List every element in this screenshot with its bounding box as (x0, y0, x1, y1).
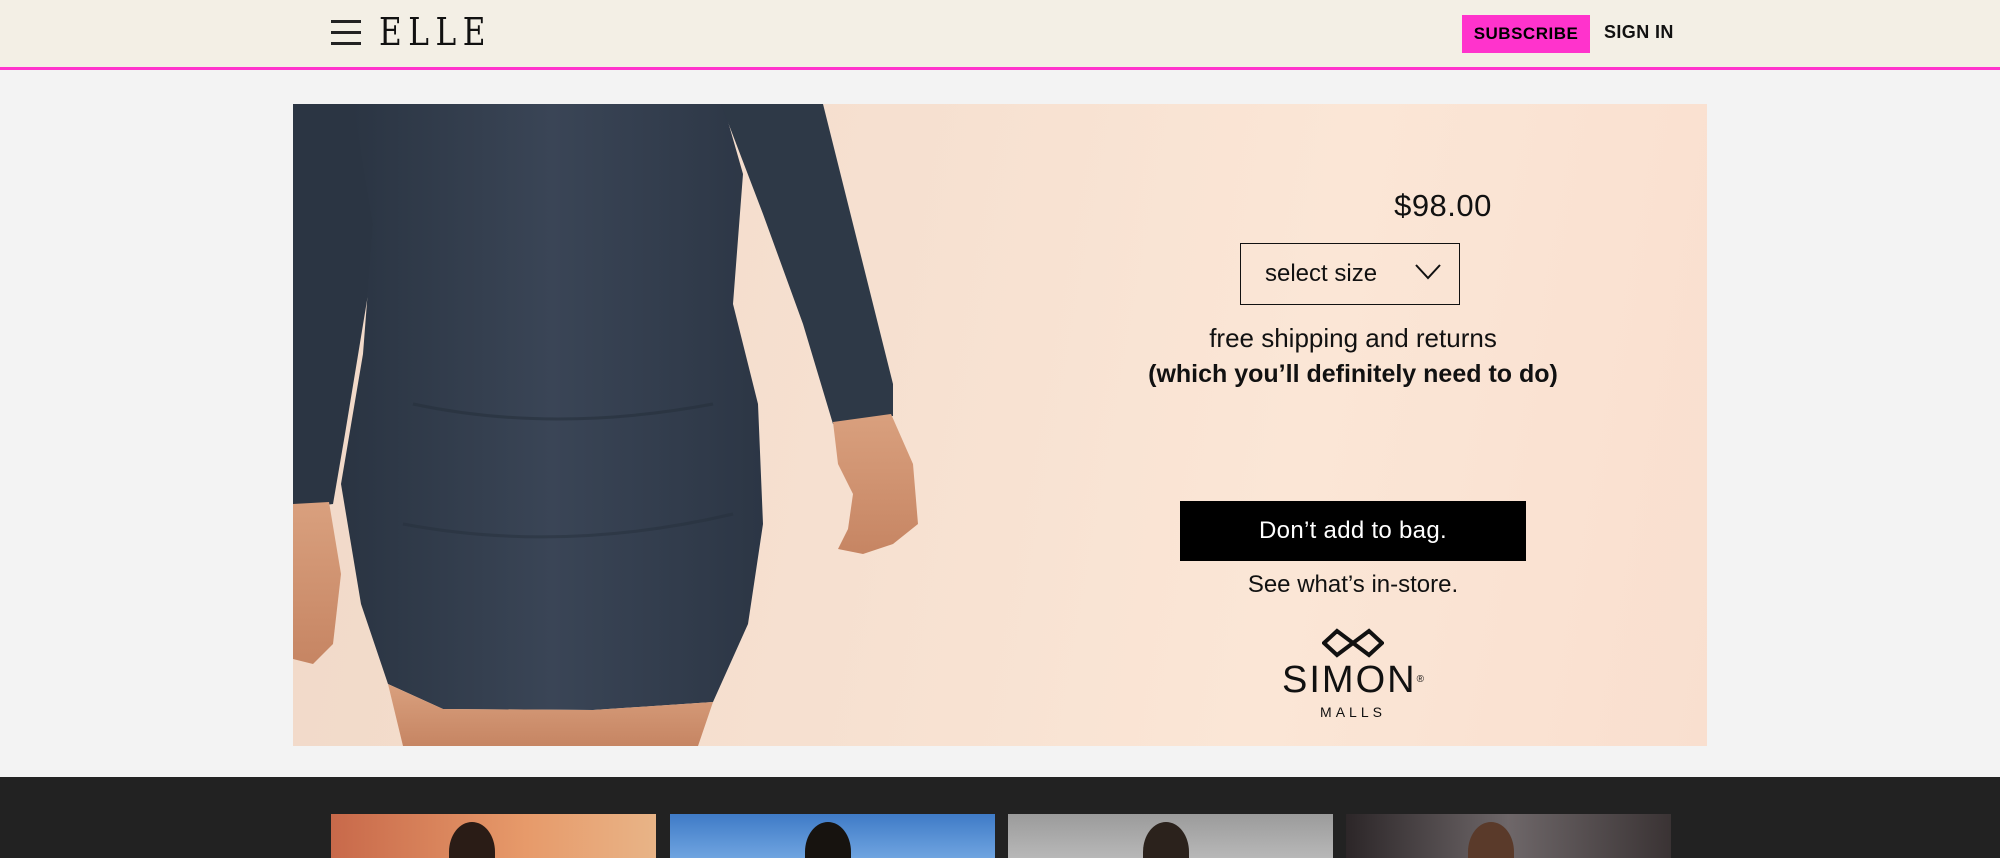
subscribe-button[interactable]: SUBSCRIBE (1462, 15, 1590, 53)
size-select-value: select size (1265, 260, 1378, 287)
product-price: $98.00 (1394, 188, 1492, 223)
returns-line: (which you’ll definitely need to do) (1148, 360, 1558, 388)
dont-add-to-bag-button[interactable]: Don’t add to bag. (1180, 501, 1526, 561)
related-stories-strip (0, 777, 2000, 858)
story-thumbnail[interactable] (1346, 814, 1671, 858)
story-thumbnail[interactable] (670, 814, 995, 858)
story-thumbnail[interactable] (331, 814, 656, 858)
site-logo[interactable]: ELLE (379, 12, 492, 52)
story-thumbnail[interactable] (1008, 814, 1333, 858)
shipping-line: free shipping and returns (1209, 323, 1497, 353)
site-header: ELLE SUBSCRIBE SIGN IN (0, 0, 2000, 70)
menu-icon[interactable] (331, 18, 361, 46)
simon-brand-sub: MALLS (1320, 704, 1386, 720)
size-select[interactable]: select size (1240, 243, 1460, 305)
simon-brand-name: SIMON® (1282, 659, 1424, 701)
sign-in-link[interactable]: SIGN IN (1604, 22, 1674, 43)
shipping-note: free shipping and returns (which you’ll … (1143, 320, 1563, 392)
chevron-down-icon (1415, 264, 1441, 280)
simon-logo-icon (1322, 628, 1384, 658)
ad-banner[interactable]: $98.00 select size free shipping and ret… (293, 104, 1707, 746)
instore-link[interactable]: See what’s in-store. (1153, 571, 1553, 599)
dress-photo (293, 104, 918, 746)
